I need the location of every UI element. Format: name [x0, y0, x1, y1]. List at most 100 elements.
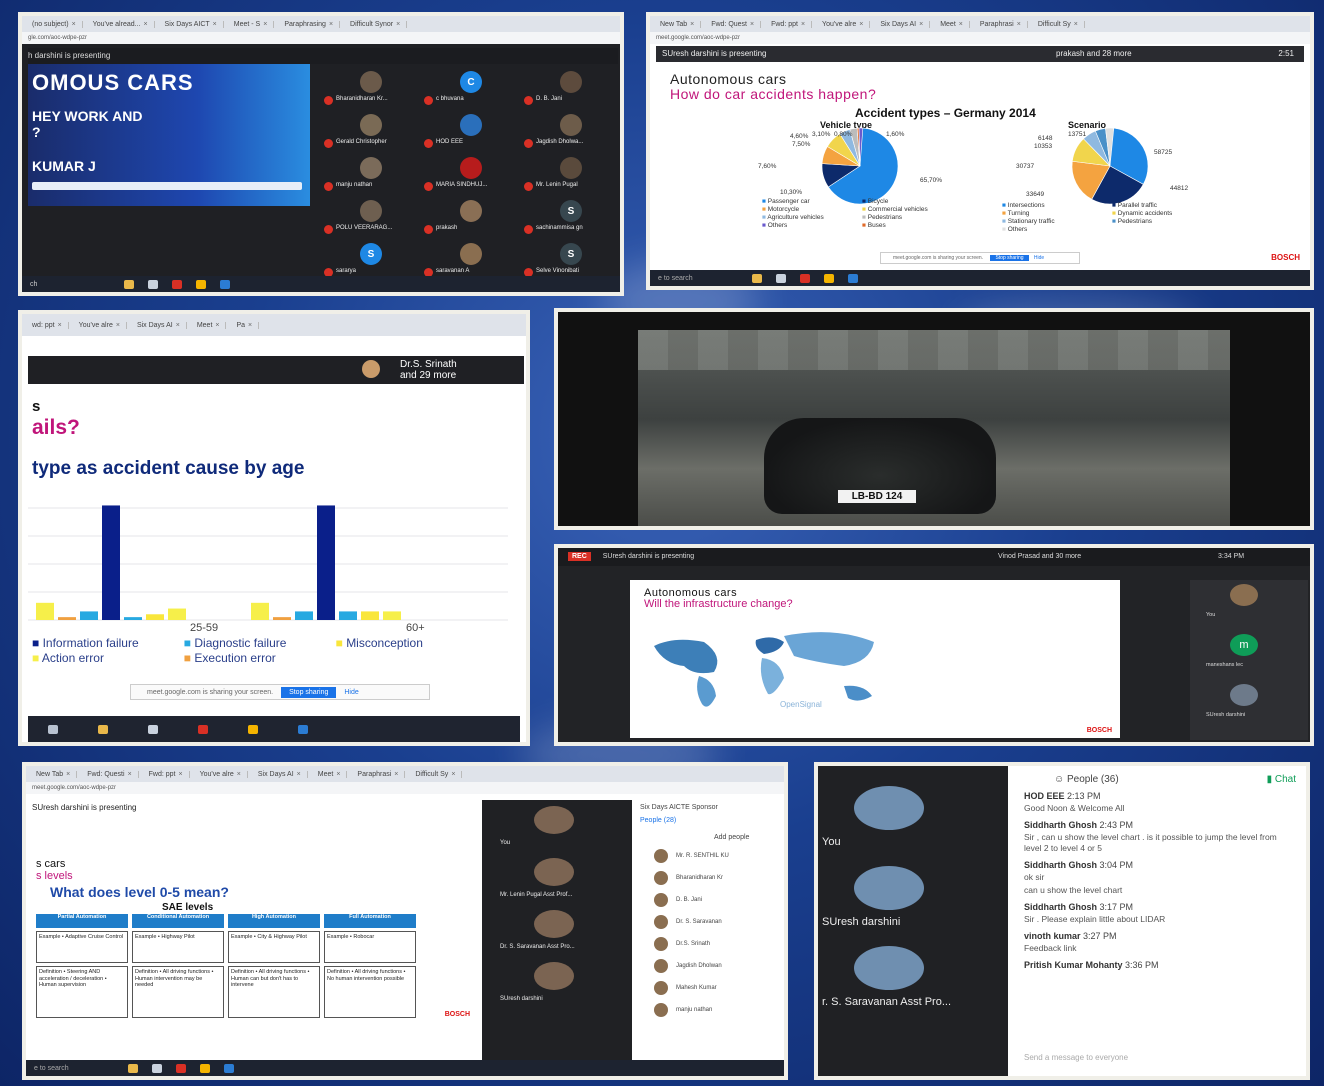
- people-tab[interactable]: People (28): [634, 815, 784, 826]
- close-icon[interactable]: ×: [263, 21, 267, 28]
- people-list-item[interactable]: Jagdish Dholwan: [634, 955, 784, 977]
- participant-tile[interactable]: manju nathan: [322, 154, 422, 196]
- close-icon[interactable]: ×: [396, 21, 400, 28]
- people-list-item[interactable]: Dr. S. Saravanan: [634, 911, 784, 933]
- close-icon[interactable]: ×: [248, 322, 252, 329]
- taskbar-search[interactable]: e to search: [34, 1065, 114, 1072]
- close-icon[interactable]: ×: [128, 771, 132, 778]
- store-icon[interactable]: [148, 724, 158, 734]
- browser-tab[interactable]: You've alre ×: [816, 20, 871, 28]
- participant-tile[interactable]: Jagdish Dholwa...: [522, 111, 620, 153]
- close-icon[interactable]: ×: [801, 21, 805, 28]
- participant-tile[interactable]: Dr. S. Saravanan Asst Pro...: [482, 908, 632, 958]
- browser-tab[interactable]: New Tab ×: [30, 770, 78, 778]
- close-icon[interactable]: ×: [116, 322, 120, 329]
- url-bar[interactable]: meet.google.com/aoc-wdpe-pzr: [26, 782, 784, 794]
- close-icon[interactable]: ×: [179, 771, 183, 778]
- chrome-icon[interactable]: [824, 273, 834, 283]
- close-icon[interactable]: ×: [959, 21, 963, 28]
- add-people-button[interactable]: Add people: [634, 826, 784, 845]
- close-icon[interactable]: ×: [297, 771, 301, 778]
- browser-tab[interactable]: Fwd: ppt ×: [143, 770, 190, 778]
- participant-tile[interactable]: SUresh darshini: [1190, 680, 1308, 728]
- close-icon[interactable]: ×: [394, 771, 398, 778]
- participant-tile[interactable]: MARIA SINDHUJ...: [422, 154, 522, 196]
- participant-tile[interactable]: Mr. Lenin Pugal Asst Prof...: [482, 856, 632, 906]
- close-icon[interactable]: ×: [215, 322, 219, 329]
- hide-button[interactable]: Hide: [1034, 255, 1044, 261]
- close-icon[interactable]: ×: [1074, 21, 1078, 28]
- browser-tab[interactable]: wd: ppt ×: [26, 321, 69, 329]
- folder-icon[interactable]: [752, 273, 762, 283]
- close-icon[interactable]: ×: [58, 322, 62, 329]
- close-icon[interactable]: ×: [859, 21, 863, 28]
- close-icon[interactable]: ×: [919, 21, 923, 28]
- people-list-item[interactable]: Bharanidharan Kr: [634, 867, 784, 889]
- close-icon[interactable]: ×: [176, 322, 180, 329]
- browser-tab[interactable]: Six Days AI ×: [131, 321, 187, 329]
- url-bar[interactable]: meet.google.com/aoc-wdpe-pzr: [650, 32, 1310, 44]
- close-icon[interactable]: ×: [237, 771, 241, 778]
- hide-button[interactable]: Hide: [344, 689, 358, 696]
- browser-tab[interactable]: Pa ×: [230, 321, 260, 329]
- browser-tab[interactable]: Meet - S ×: [228, 20, 275, 28]
- pdf-icon[interactable]: [800, 273, 810, 283]
- people-list-item[interactable]: manju nathan: [634, 999, 784, 1021]
- stop-sharing-button[interactable]: Stop sharing: [281, 686, 337, 698]
- participant-tile[interactable]: You: [1190, 580, 1308, 628]
- browser-tab[interactable]: Meet ×: [312, 770, 348, 778]
- close-icon[interactable]: ×: [750, 21, 754, 28]
- participant-tile[interactable]: Ssachinammisa gn: [522, 197, 620, 239]
- browser-tab[interactable]: You've alread... ×: [87, 20, 155, 28]
- close-icon[interactable]: ×: [72, 21, 76, 28]
- participant-tile[interactable]: SUresh darshini: [482, 960, 632, 1010]
- participant-tile[interactable]: Gerald Christopher: [322, 111, 422, 153]
- word-icon[interactable]: [220, 279, 230, 289]
- word-icon[interactable]: [298, 724, 308, 734]
- people-list-item[interactable]: Dr.S. Srinath: [634, 933, 784, 955]
- chat-tab[interactable]: ▮ Chat: [1267, 774, 1296, 785]
- chrome-icon[interactable]: [196, 279, 206, 289]
- people-tab[interactable]: ☺ People (36): [1024, 774, 1119, 785]
- store-icon[interactable]: [148, 279, 158, 289]
- pdf-icon[interactable]: [198, 724, 208, 734]
- store-icon[interactable]: [152, 1063, 162, 1073]
- browser-tab[interactable]: Paraphrasing ×: [278, 20, 341, 28]
- participant-tile[interactable]: r. S. Saravanan Asst Pro...: [818, 946, 1008, 1026]
- store-icon[interactable]: [776, 273, 786, 283]
- browser-tab[interactable]: Difficult Sy ×: [409, 770, 463, 778]
- taskbar-search[interactable]: ch: [30, 281, 110, 288]
- folder-icon[interactable]: [98, 724, 108, 734]
- browser-tab[interactable]: Six Days AI ×: [874, 20, 931, 28]
- participant-tile[interactable]: Mr. Lenin Pugal: [522, 154, 620, 196]
- task-view-icon[interactable]: [48, 724, 58, 734]
- people-list-item[interactable]: Mahesh Kumar: [634, 977, 784, 999]
- browser-tab[interactable]: Paraphrasi ×: [351, 770, 406, 778]
- browser-tab[interactable]: Meet ×: [934, 20, 970, 28]
- browser-tab[interactable]: New Tab ×: [654, 20, 702, 28]
- stop-sharing-button[interactable]: Stop sharing: [990, 255, 1029, 261]
- participant-tile[interactable]: HOD EEE: [422, 111, 522, 153]
- browser-tab[interactable]: Six Days AICT ×: [159, 20, 224, 28]
- folder-icon[interactable]: [124, 279, 134, 289]
- participant-tile[interactable]: SUresh darshini: [818, 866, 1008, 946]
- participant-tile[interactable]: You: [482, 804, 632, 854]
- browser-tab[interactable]: Paraphrasi ×: [974, 20, 1028, 28]
- folder-icon[interactable]: [128, 1063, 138, 1073]
- close-icon[interactable]: ×: [329, 21, 333, 28]
- pdf-icon[interactable]: [176, 1063, 186, 1073]
- chat-input[interactable]: Send a message to everyone: [1024, 1053, 1128, 1062]
- participant-tile[interactable]: Cc bhuvana: [422, 68, 522, 110]
- close-icon[interactable]: ×: [66, 771, 70, 778]
- browser-tab[interactable]: Fwd: Quest ×: [705, 20, 762, 28]
- close-icon[interactable]: ×: [336, 771, 340, 778]
- people-list-item[interactable]: D. B. Jani: [634, 889, 784, 911]
- browser-tab[interactable]: Meet ×: [191, 321, 227, 329]
- browser-tab[interactable]: Difficult Sy ×: [1032, 20, 1085, 28]
- people-list-item[interactable]: Mr. R. SENTHIL KU: [634, 845, 784, 867]
- browser-tab[interactable]: Fwd: Questi ×: [81, 770, 139, 778]
- participant-tile[interactable]: D. B. Jani: [522, 68, 620, 110]
- browser-tab[interactable]: Six Days AI ×: [252, 770, 308, 778]
- browser-tab[interactable]: You've alre ×: [194, 770, 248, 778]
- taskbar-search[interactable]: e to search: [658, 275, 738, 282]
